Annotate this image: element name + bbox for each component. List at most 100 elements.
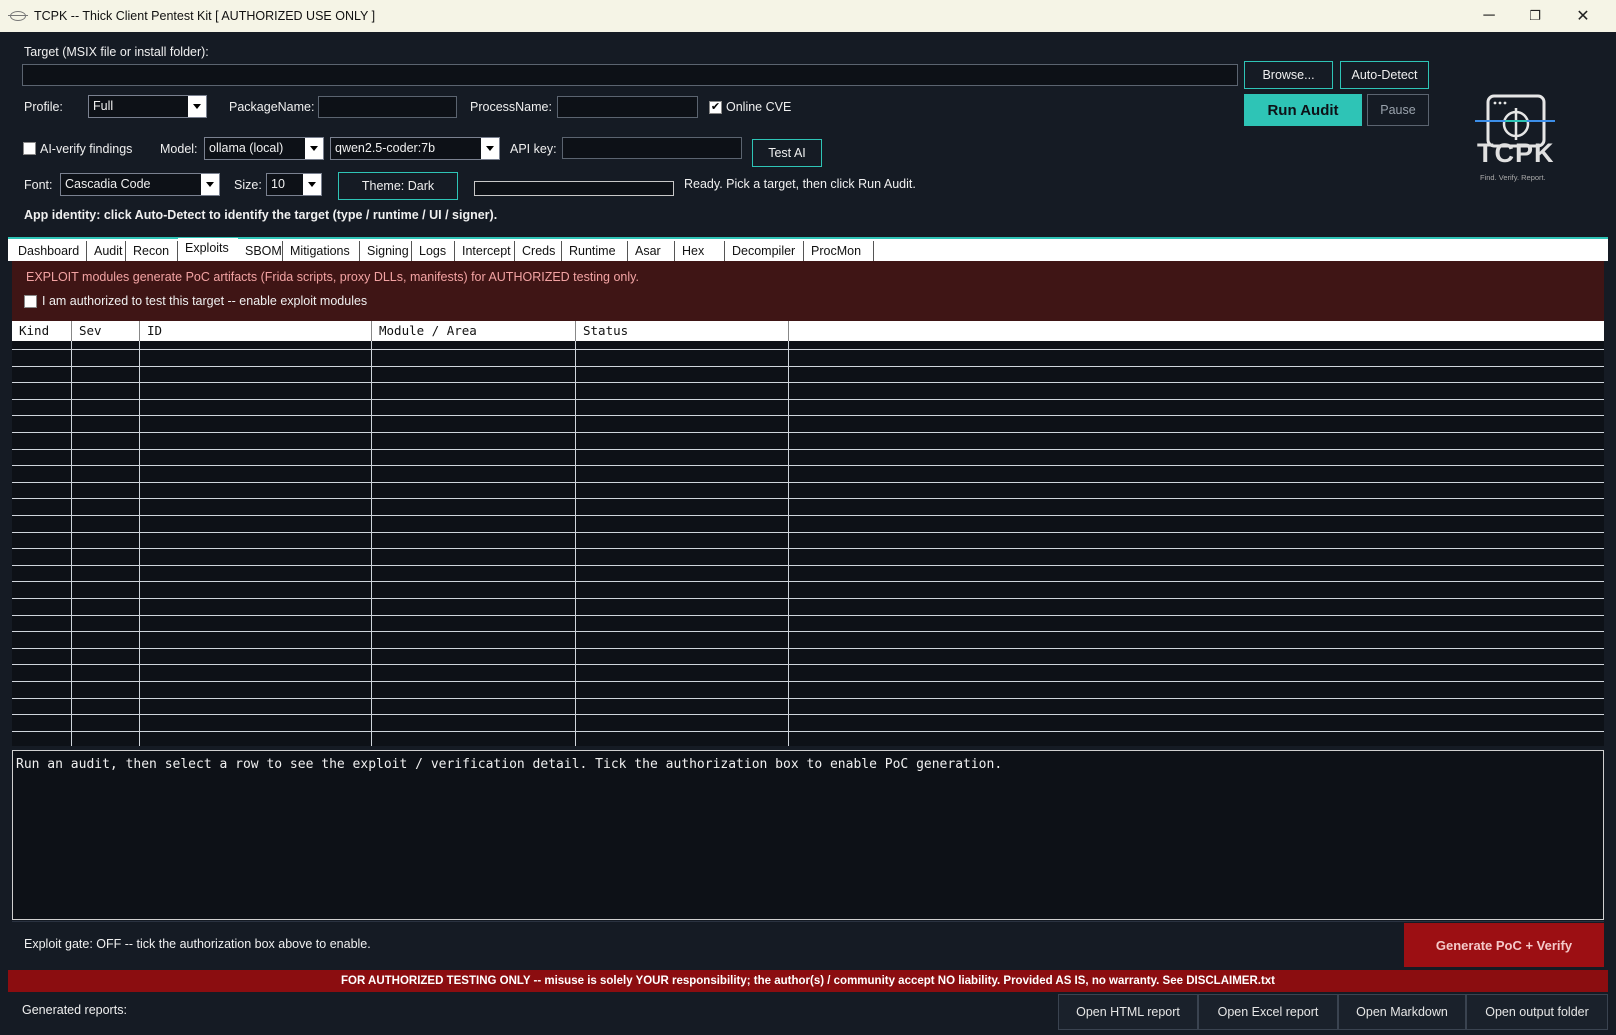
tab-mitigations[interactable]: Mitigations <box>283 241 360 261</box>
open-output-folder-button[interactable]: Open output folder <box>1466 994 1608 1030</box>
table-row[interactable] <box>12 482 1604 483</box>
model-provider-select[interactable]: ollama (local) <box>204 137 324 160</box>
chevron-down-icon <box>305 138 323 159</box>
model-name-select[interactable]: qwen2.5-coder:7b <box>330 137 500 160</box>
logo-tagline: Find. Verify. Report. <box>1480 173 1546 182</box>
generate-poc-button[interactable]: Generate PoC + Verify <box>1404 923 1604 967</box>
restore-button[interactable]: ❐ <box>1512 0 1558 32</box>
authorize-label: I am authorized to test this target -- e… <box>42 294 368 308</box>
table-row[interactable] <box>12 349 1604 350</box>
tab-exploits[interactable]: Exploits <box>178 238 238 261</box>
ai-verify-label: AI-verify findings <box>40 142 133 156</box>
tab-intercept[interactable]: Intercept <box>455 241 515 261</box>
table-row[interactable] <box>12 498 1604 499</box>
table-row[interactable] <box>12 366 1604 367</box>
tab-hex[interactable]: Hex <box>675 241 725 261</box>
detail-textarea[interactable]: Run an audit, then select a row to see t… <box>12 750 1604 920</box>
browse-button[interactable]: Browse... <box>1244 61 1333 89</box>
process-name-input[interactable] <box>557 96 698 118</box>
theme-toggle-button[interactable]: Theme: Dark <box>338 172 458 200</box>
tab-asar[interactable]: Asar <box>628 241 675 261</box>
open-html-report-button[interactable]: Open HTML report <box>1058 994 1198 1030</box>
open-markdown-button[interactable]: Open Markdown <box>1338 994 1466 1030</box>
table-row[interactable] <box>12 698 1604 699</box>
table-row[interactable] <box>12 449 1604 450</box>
table-row[interactable] <box>12 731 1604 732</box>
table-row[interactable] <box>12 598 1604 599</box>
gate-status-text: Exploit gate: OFF -- tick the authorizat… <box>24 937 371 951</box>
findings-table[interactable]: Kind Sev ID Module / Area Status <box>12 321 1604 746</box>
column-header[interactable]: Module / Area <box>372 321 576 341</box>
table-row[interactable] <box>12 681 1604 682</box>
window-title: TCPK -- Thick Client Pentest Kit [ AUTHO… <box>34 9 376 23</box>
online-cve-checkbox[interactable]: ✔ <box>709 101 722 114</box>
minimize-button[interactable]: ─ <box>1466 0 1512 32</box>
table-header: Kind Sev ID Module / Area Status <box>12 321 1604 341</box>
chevron-down-icon <box>303 174 321 195</box>
table-row[interactable] <box>12 432 1604 433</box>
table-row[interactable] <box>12 515 1604 516</box>
run-audit-button[interactable]: Run Audit <box>1244 94 1362 126</box>
font-label: Font: <box>24 178 53 192</box>
grid-divider <box>71 341 72 746</box>
table-row[interactable] <box>12 415 1604 416</box>
app-identity-text: App identity: click Auto-Detect to ident… <box>24 208 498 222</box>
authorize-checkbox[interactable] <box>24 295 37 308</box>
profile-label: Profile: <box>24 100 63 114</box>
grid-divider <box>139 341 140 746</box>
package-name-input[interactable] <box>318 96 457 118</box>
table-row[interactable] <box>12 581 1604 582</box>
open-excel-report-button[interactable]: Open Excel report <box>1198 994 1338 1030</box>
table-row[interactable] <box>12 714 1604 715</box>
grid-divider <box>788 341 789 746</box>
tab-decompiler[interactable]: Decompiler <box>725 241 804 261</box>
tab-creds[interactable]: Creds <box>515 241 562 261</box>
size-select[interactable]: 10 <box>266 173 322 196</box>
tab-audit[interactable]: Audit <box>87 241 126 261</box>
target-input[interactable] <box>22 64 1238 86</box>
disclaimer-banner: FOR AUTHORIZED TESTING ONLY -- misuse is… <box>8 970 1608 992</box>
tab-logs[interactable]: Logs <box>412 241 455 261</box>
tab-dashboard[interactable]: Dashboard <box>11 241 87 261</box>
pause-button[interactable]: Pause <box>1367 94 1429 126</box>
tab-runtime[interactable]: Runtime <box>562 241 628 261</box>
size-value: 10 <box>271 177 285 191</box>
table-row[interactable] <box>12 648 1604 649</box>
tab-signing[interactable]: Signing <box>360 241 412 261</box>
tab-procmon[interactable]: ProcMon <box>804 241 874 261</box>
column-header[interactable]: ID <box>140 321 372 341</box>
grid-divider <box>575 341 576 746</box>
api-key-label: API key: <box>510 142 557 156</box>
table-row[interactable] <box>12 382 1604 383</box>
table-row[interactable] <box>12 548 1604 549</box>
column-header[interactable]: Kind <box>12 321 72 341</box>
process-label: ProcessName: <box>470 100 552 114</box>
logo-wordmark: TCPK <box>1477 138 1555 168</box>
grid-divider <box>371 341 372 746</box>
table-row[interactable] <box>12 399 1604 400</box>
api-key-input[interactable] <box>562 137 742 159</box>
table-row[interactable] <box>12 615 1604 616</box>
table-row[interactable] <box>12 664 1604 665</box>
table-row[interactable] <box>12 631 1604 632</box>
progress-bar <box>474 181 674 196</box>
test-ai-button[interactable]: Test AI <box>752 139 822 167</box>
online-cve-label: Online CVE <box>726 100 792 114</box>
exploit-gate-bar: Exploit gate: OFF -- tick the authorizat… <box>12 921 1604 967</box>
font-select[interactable]: Cascadia Code <box>60 173 220 196</box>
column-header[interactable]: Sev <box>72 321 140 341</box>
tab-recon[interactable]: Recon <box>126 241 178 261</box>
table-row[interactable] <box>12 532 1604 533</box>
ai-verify-checkbox[interactable] <box>23 142 36 155</box>
model-name-value: qwen2.5-coder:7b <box>335 141 436 155</box>
close-button[interactable]: ✕ <box>1560 0 1606 32</box>
auto-detect-button[interactable]: Auto-Detect <box>1340 61 1429 89</box>
column-header[interactable]: Status <box>576 321 789 341</box>
table-row[interactable] <box>12 565 1604 566</box>
profile-select[interactable]: Full <box>88 95 207 118</box>
table-row[interactable] <box>12 465 1604 466</box>
profile-value: Full <box>93 99 114 113</box>
package-label: PackageName: <box>229 100 315 114</box>
tab-sbom[interactable]: SBOM <box>238 241 283 261</box>
reports-label: Generated reports: <box>22 1003 127 1017</box>
